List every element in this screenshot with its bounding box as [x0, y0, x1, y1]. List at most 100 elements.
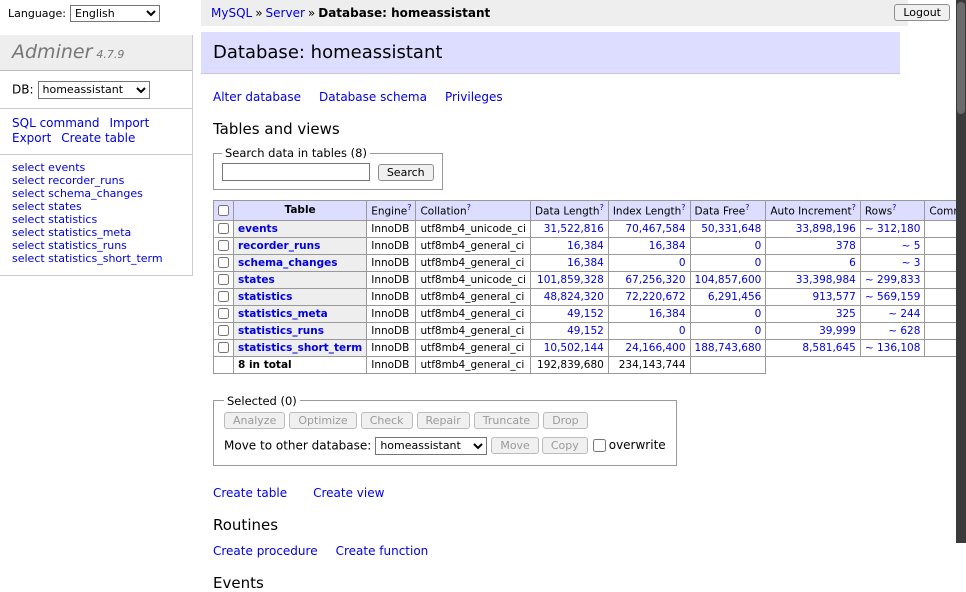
index-length-link[interactable]: 67,256,320: [625, 274, 685, 286]
data-length-link[interactable]: 48,824,320: [544, 291, 604, 303]
truncate-button[interactable]: Truncate: [474, 412, 539, 429]
repair-button[interactable]: Repair: [417, 412, 470, 429]
data-length-link[interactable]: 16,384: [567, 240, 604, 252]
help-link[interactable]: ?: [681, 203, 685, 212]
data-free-link[interactable]: 0: [755, 240, 762, 252]
help-link[interactable]: ?: [892, 203, 896, 212]
sidebar-select-recorder-runs[interactable]: select recorder_runs: [12, 175, 180, 188]
breadcrumb-link-server[interactable]: Server: [266, 6, 305, 20]
sidebar-select-states[interactable]: select states: [12, 201, 180, 214]
row-checkbox[interactable]: [218, 257, 229, 268]
data-free-link[interactable]: 0: [755, 308, 762, 320]
sidebar-link-export[interactable]: Export: [12, 131, 51, 145]
table-link-states[interactable]: states: [238, 274, 275, 286]
check-button[interactable]: Check: [361, 412, 413, 429]
index-length-link[interactable]: 72,220,672: [625, 291, 685, 303]
scrollbar-thumb[interactable]: [957, 2, 965, 114]
link-create-procedure[interactable]: Create procedure: [213, 544, 318, 558]
row-checkbox[interactable]: [218, 308, 229, 319]
sidebar-select-events[interactable]: select events: [12, 162, 180, 175]
sidebar-select-schema-changes[interactable]: select schema_changes: [12, 188, 180, 201]
language-select[interactable]: English: [70, 5, 160, 22]
row-checkbox[interactable]: [218, 223, 229, 234]
auto-increment-link[interactable]: 33,898,196: [796, 223, 856, 235]
row-checkbox[interactable]: [218, 291, 229, 302]
move-button[interactable]: Move: [491, 437, 539, 454]
index-length-link[interactable]: 0: [679, 257, 686, 269]
optimize-button[interactable]: Optimize: [289, 412, 356, 429]
data-free-link[interactable]: 104,857,600: [695, 274, 762, 286]
data-free-link[interactable]: 188,743,680: [695, 342, 762, 354]
link-privileges[interactable]: Privileges: [445, 90, 503, 104]
help-link[interactable]: ?: [600, 203, 604, 212]
row-checkbox[interactable]: [218, 325, 229, 336]
rows-count-link[interactable]: ~ 244: [888, 308, 920, 320]
logout-button[interactable]: Logout: [894, 4, 950, 21]
table-link-statistics-short-term[interactable]: statistics_short_term: [238, 342, 362, 354]
data-length-link[interactable]: 31,522,816: [544, 223, 604, 235]
move-db-select[interactable]: homeassistant: [375, 437, 487, 455]
search-input[interactable]: [222, 163, 370, 181]
auto-increment-link[interactable]: 325: [836, 308, 856, 320]
auto-increment-link[interactable]: 378: [836, 240, 856, 252]
help-link[interactable]: ?: [745, 203, 749, 212]
rows-count-link[interactable]: ~ 628: [888, 325, 920, 337]
link-database-schema[interactable]: Database schema: [319, 90, 427, 104]
sidebar-link-create-table[interactable]: Create table: [61, 131, 135, 145]
analyze-button[interactable]: Analyze: [224, 412, 285, 429]
auto-increment-link[interactable]: 8,581,645: [802, 342, 855, 354]
rows-count-link[interactable]: ~ 569,159: [865, 291, 921, 303]
index-length-link[interactable]: 70,467,584: [625, 223, 685, 235]
rows-count-link[interactable]: ~ 3: [902, 257, 921, 269]
select-all-checkbox[interactable]: [218, 205, 229, 216]
table-link-events[interactable]: events: [238, 223, 278, 235]
index-length-link[interactable]: 0: [679, 325, 686, 337]
breadcrumb-link-mysql[interactable]: MySQL: [211, 6, 252, 20]
sidebar-select-statistics-runs[interactable]: select statistics_runs: [12, 240, 180, 253]
help-link[interactable]: ?: [467, 203, 471, 212]
row-checkbox[interactable]: [218, 240, 229, 251]
sidebar-link-sql-command[interactable]: SQL command: [12, 116, 99, 130]
index-length-link[interactable]: 16,384: [649, 308, 686, 320]
link-alter-database[interactable]: Alter database: [213, 90, 301, 104]
data-length-link[interactable]: 16,384: [567, 257, 604, 269]
db-select[interactable]: homeassistant: [38, 81, 150, 99]
table-link-statistics-runs[interactable]: statistics_runs: [238, 325, 324, 337]
sidebar-link-import[interactable]: Import: [109, 116, 149, 130]
index-length-link[interactable]: 24,166,400: [625, 342, 685, 354]
auto-increment-link[interactable]: 913,577: [812, 291, 855, 303]
auto-increment-link[interactable]: 39,999: [819, 325, 856, 337]
data-free-link[interactable]: 0: [755, 325, 762, 337]
sidebar-select-statistics[interactable]: select statistics: [12, 214, 180, 227]
row-checkbox[interactable]: [218, 342, 229, 353]
sidebar-select-statistics-meta[interactable]: select statistics_meta: [12, 227, 180, 240]
data-length-link[interactable]: 101,859,328: [537, 274, 604, 286]
sidebar-select-statistics-short-term[interactable]: select statistics_short_term: [12, 253, 180, 266]
data-free-link[interactable]: 6,291,456: [708, 291, 761, 303]
table-link-statistics[interactable]: statistics: [238, 291, 292, 303]
data-length-link[interactable]: 49,152: [567, 325, 604, 337]
copy-button[interactable]: Copy: [542, 437, 588, 454]
scrollbar[interactable]: [956, 0, 966, 543]
index-length-link[interactable]: 16,384: [649, 240, 686, 252]
overwrite-checkbox[interactable]: [593, 439, 606, 452]
help-link[interactable]: ?: [407, 203, 411, 212]
search-button[interactable]: Search: [378, 164, 434, 181]
data-free-link[interactable]: 0: [755, 257, 762, 269]
rows-count-link[interactable]: ~ 312,180: [865, 223, 921, 235]
table-link-recorder-runs[interactable]: recorder_runs: [238, 240, 320, 252]
auto-increment-link[interactable]: 6: [849, 257, 856, 269]
data-free-link[interactable]: 50,331,648: [701, 223, 761, 235]
table-link-schema-changes[interactable]: schema_changes: [238, 257, 338, 269]
rows-count-link[interactable]: ~ 299,833: [865, 274, 921, 286]
data-length-link[interactable]: 49,152: [567, 308, 604, 320]
link-create-function[interactable]: Create function: [336, 544, 429, 558]
row-checkbox[interactable]: [218, 274, 229, 285]
link-create-view[interactable]: Create view: [313, 486, 384, 500]
rows-count-link[interactable]: ~ 136,108: [865, 342, 921, 354]
drop-button[interactable]: Drop: [543, 412, 587, 429]
link-create-table[interactable]: Create table: [213, 486, 287, 500]
overwrite-option[interactable]: overwrite: [593, 438, 666, 452]
auto-increment-link[interactable]: 33,398,984: [796, 274, 856, 286]
help-link[interactable]: ?: [852, 203, 856, 212]
